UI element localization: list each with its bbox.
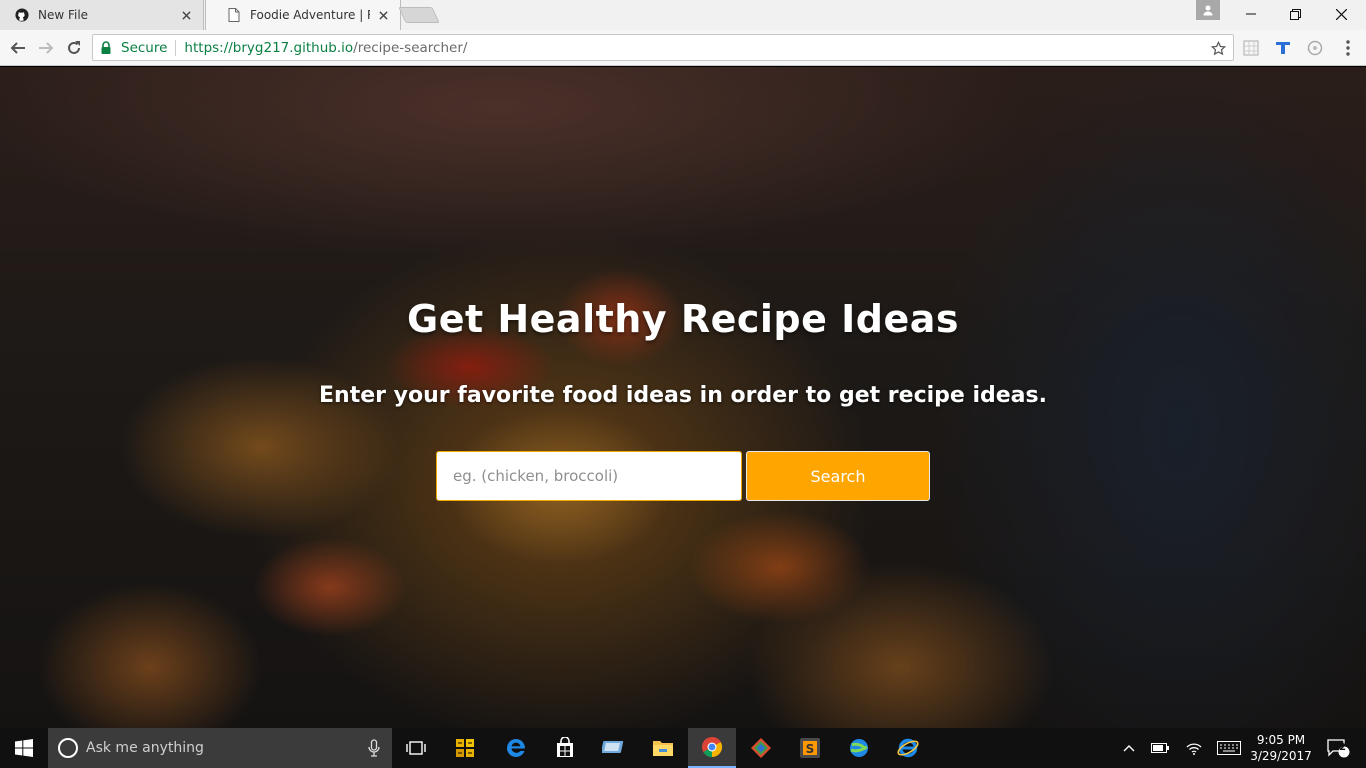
- recipe-search-input[interactable]: [436, 451, 742, 501]
- url-host: https://bryg217.github.io: [184, 39, 354, 56]
- browser-tab-strip: New File Foodie Adventure | Recip: [0, 0, 1366, 30]
- github-icon: [14, 7, 30, 23]
- globe-app-icon[interactable]: [835, 728, 883, 768]
- security-label: Secure: [121, 39, 168, 56]
- tab-title: Foodie Adventure | Recip: [250, 8, 370, 22]
- page-title: Get Healthy Recipe Ideas: [407, 297, 959, 341]
- internet-explorer-icon[interactable]: [884, 728, 932, 768]
- wifi-icon[interactable]: [1182, 728, 1206, 768]
- chrome-icon[interactable]: [688, 728, 736, 768]
- minimize-button[interactable]: [1228, 0, 1274, 28]
- back-button[interactable]: [6, 36, 30, 60]
- clock-time: 9:05 PM: [1256, 733, 1306, 747]
- restore-button[interactable]: [1272, 0, 1318, 28]
- close-icon[interactable]: [179, 8, 193, 22]
- store-icon[interactable]: [541, 728, 589, 768]
- tab-title: New File: [38, 8, 89, 22]
- chrome-menu-icon[interactable]: [1337, 37, 1359, 59]
- forward-button[interactable]: [34, 36, 58, 60]
- browser-toolbar: Secure https://bryg217.github.io/recipe-…: [0, 30, 1366, 66]
- lock-icon: [101, 41, 113, 55]
- extension-t-icon[interactable]: [1272, 37, 1294, 59]
- extension-grid-icon[interactable]: [1240, 37, 1262, 59]
- action-center-icon[interactable]: 2: [1320, 728, 1356, 768]
- user-profile-icon[interactable]: [1196, 0, 1220, 20]
- hero-section: Get Healthy Recipe Ideas Enter your favo…: [0, 67, 1366, 728]
- address-bar[interactable]: Secure https://bryg217.github.io/recipe-…: [92, 34, 1234, 61]
- search-button[interactable]: Search: [746, 451, 930, 501]
- system-clock[interactable]: 9:05 PM 3/29/2017: [1250, 732, 1312, 764]
- git-icon[interactable]: [737, 728, 785, 768]
- close-icon[interactable]: [376, 8, 390, 22]
- tab-foodie-adventure[interactable]: Foodie Adventure | Recip: [205, 0, 401, 30]
- cortana-search-box[interactable]: Ask me anything: [48, 728, 392, 768]
- edge-icon[interactable]: [492, 728, 540, 768]
- svg-text:S: S: [806, 742, 815, 756]
- page-subtitle: Enter your favorite food ideas in order …: [319, 383, 1047, 408]
- reload-button[interactable]: [62, 36, 86, 60]
- sublime-text-icon[interactable]: S: [786, 728, 834, 768]
- notification-count: 2: [1339, 742, 1346, 753]
- cortana-icon: [58, 738, 78, 758]
- page-icon: [226, 7, 242, 23]
- microphone-icon[interactable]: [368, 739, 380, 761]
- url-path: /recipe-searcher/: [353, 39, 468, 56]
- windows-taskbar: Ask me anything S 9:05 PM 3/29/2017 2: [0, 728, 1366, 768]
- clock-date: 3/29/2017: [1250, 749, 1312, 763]
- extension-circle-icon[interactable]: [1304, 37, 1326, 59]
- close-window-button[interactable]: [1318, 0, 1364, 28]
- task-view-icon[interactable]: [392, 728, 440, 768]
- windows-start-button[interactable]: [0, 728, 48, 768]
- new-tab-button[interactable]: [398, 7, 440, 23]
- cortana-placeholder: Ask me anything: [86, 740, 204, 756]
- show-hidden-icons-chevron-icon[interactable]: [1118, 728, 1140, 768]
- battery-icon[interactable]: [1148, 728, 1172, 768]
- hero-background-image: Get Healthy Recipe Ideas Enter your favo…: [0, 67, 1366, 728]
- winrar-icon[interactable]: [441, 728, 489, 768]
- remote-desktop-icon[interactable]: [590, 728, 638, 768]
- keyboard-input-icon[interactable]: [1214, 728, 1244, 768]
- bookmark-star-icon[interactable]: [1209, 39, 1227, 57]
- omnibox-separator: [175, 39, 177, 56]
- tab-new-file[interactable]: New File: [0, 0, 204, 30]
- file-explorer-icon[interactable]: [639, 728, 687, 768]
